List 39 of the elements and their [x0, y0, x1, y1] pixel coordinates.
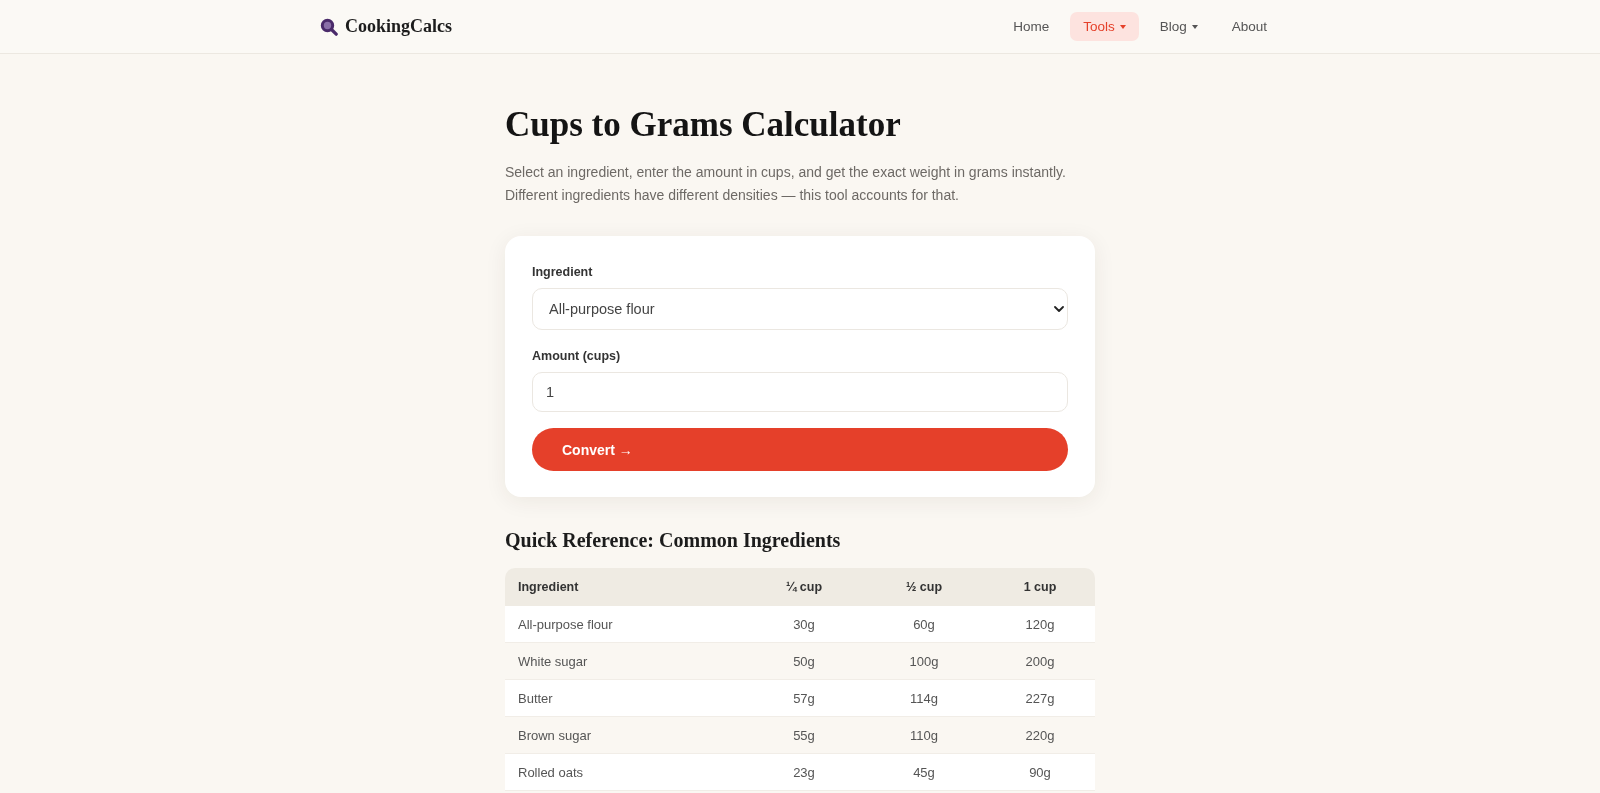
- nav-link[interactable]: Blog: [1146, 12, 1211, 41]
- column-header: Ingredient: [517, 580, 580, 594]
- table-cell-text: 90g: [1028, 764, 1052, 780]
- table-cell-text: 57g: [792, 690, 816, 706]
- column-header: ¼ cup: [784, 580, 824, 594]
- table-cell-text: All-purpose flour: [517, 616, 614, 632]
- table-cell-text: 114g: [909, 690, 939, 706]
- column-header: 1 cup: [1022, 580, 1058, 594]
- table-cell-text: 50g: [792, 653, 816, 669]
- table-cell-text: 60g: [912, 616, 936, 632]
- table-cell-text: 200g: [1024, 653, 1056, 669]
- magnifier-icon: [320, 17, 338, 36]
- table-cell-text: 23g: [792, 764, 816, 780]
- nav-link[interactable]: About: [1218, 12, 1280, 41]
- table-cell-text: 100g: [908, 653, 940, 669]
- table-cell-text: 45g: [912, 764, 936, 780]
- table-cell-text: 110g: [909, 727, 939, 743]
- page-title: Cups to Grams Calculator: [505, 104, 902, 146]
- intro-text: Select an ingredient, enter the amount in cups, and get the exact weight in grams instantly. Different ingredients have different densities — this tool accounts for that.: [505, 163, 1067, 205]
- amount-field[interactable]: 1: [532, 372, 1068, 412]
- field-label: Amount (cups): [532, 348, 622, 365]
- table-cell-text: Brown sugar: [517, 727, 592, 743]
- field-label: Ingredient: [532, 264, 594, 281]
- table-cell-text: 30g: [792, 616, 816, 632]
- column-header: ½ cup: [904, 580, 944, 594]
- table-cell-text: Butter: [517, 690, 554, 706]
- table-cell-text: 227g: [1024, 690, 1056, 706]
- table-cell-text: White sugar: [517, 653, 589, 669]
- table-cell-text: Rolled oats: [517, 764, 585, 780]
- ingredient-select[interactable]: All-purpose flour: [532, 288, 1068, 330]
- table-cell-text: 120g: [1024, 616, 1056, 632]
- table-cell-text: 55g: [792, 727, 816, 743]
- nav-link[interactable]: Home: [1000, 12, 1063, 41]
- site-logo: CookingCalcs: [345, 16, 452, 37]
- section-heading: Quick Reference: Common Ingredients: [505, 528, 842, 554]
- logo-link[interactable]: CookingCalcs: [320, 16, 452, 37]
- table-cell-text: 220g: [1024, 727, 1056, 743]
- chevron-down-icon: [1054, 306, 1064, 312]
- convert-button[interactable]: Convert →: [532, 428, 1068, 471]
